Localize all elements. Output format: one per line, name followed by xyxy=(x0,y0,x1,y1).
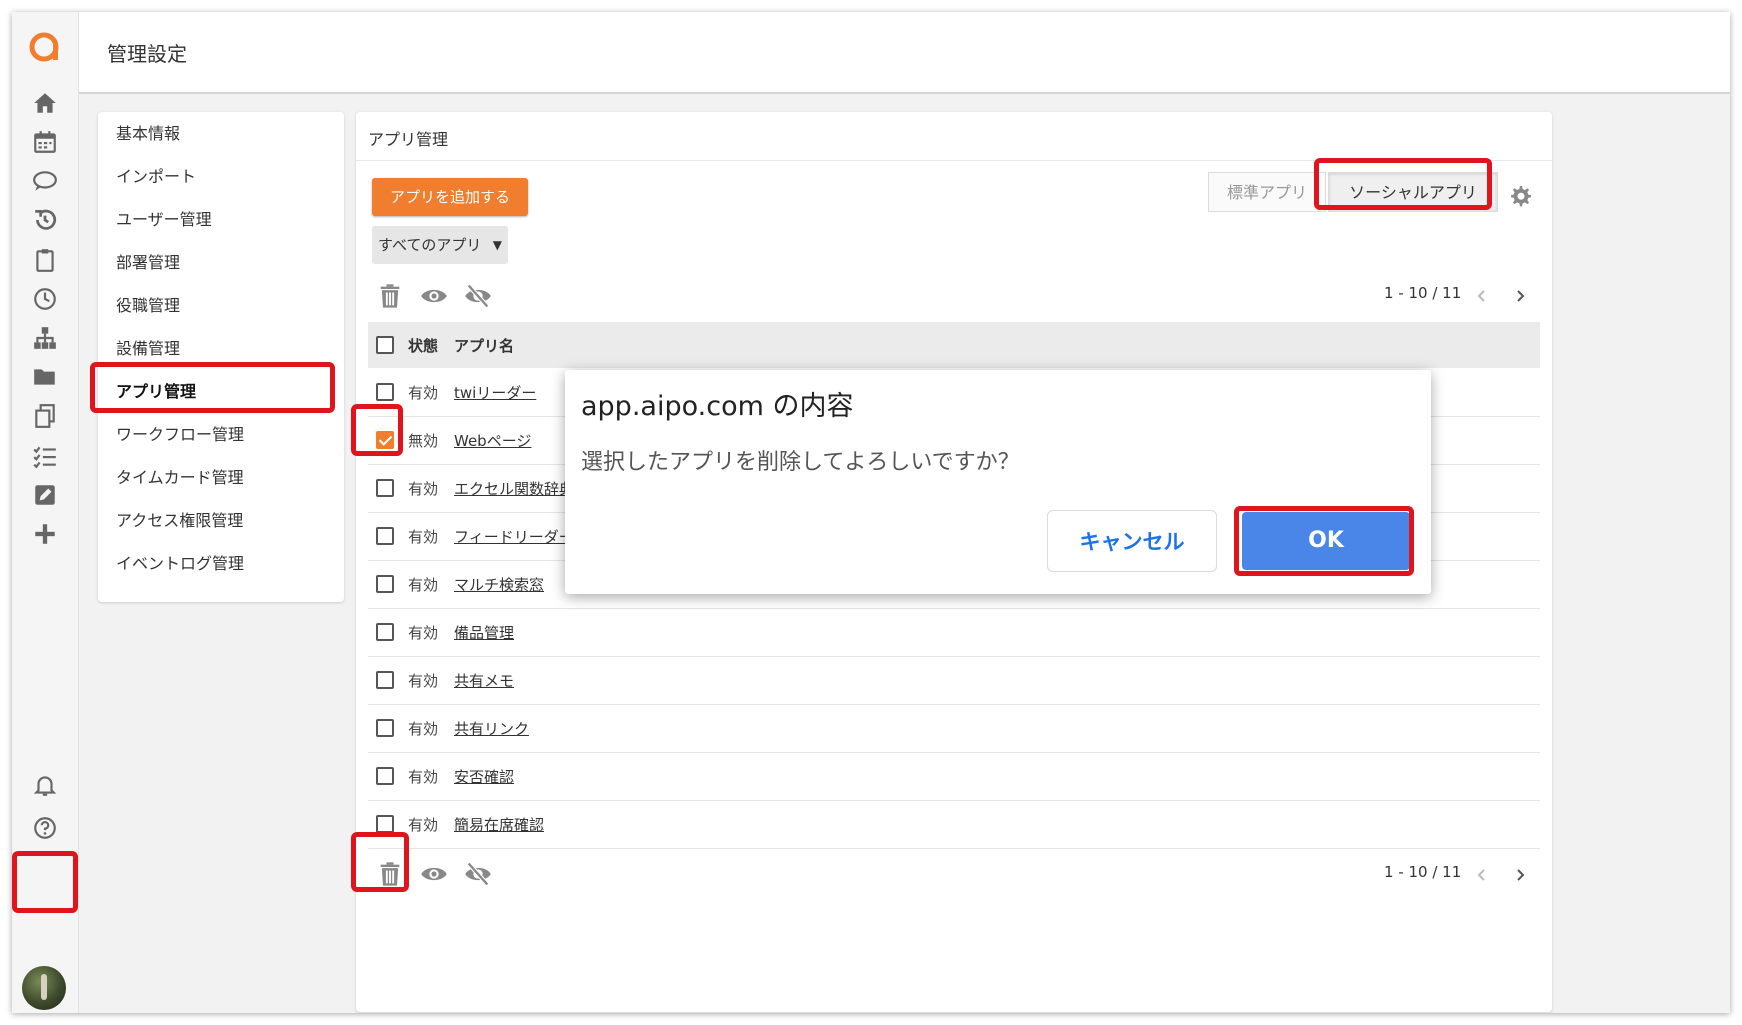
column-app-name: アプリ名 xyxy=(454,337,515,355)
todo-list-icon[interactable] xyxy=(30,441,60,471)
table-row: 有効 安否確認 xyxy=(368,752,1540,801)
menu-item-basic-info[interactable]: 基本情報 xyxy=(116,120,180,144)
row-app-link[interactable]: 共有メモ xyxy=(454,670,514,691)
eye-icon[interactable] xyxy=(420,282,448,310)
row-checkbox[interactable] xyxy=(376,479,394,497)
row-app-link[interactable]: 備品管理 xyxy=(454,622,514,643)
history-icon[interactable] xyxy=(30,205,60,235)
row-status: 有効 xyxy=(408,576,439,594)
row-app-link[interactable]: twiリーダー xyxy=(454,382,536,403)
row-status: 無効 xyxy=(408,432,439,450)
row-app-link[interactable]: 簡易在席確認 xyxy=(454,814,544,835)
row-app-link[interactable]: マルチ検索窓 xyxy=(454,574,544,595)
chat-icon[interactable] xyxy=(30,166,60,196)
dialog-title: app.aipo.com の内容 xyxy=(581,391,854,422)
app-filter-select[interactable]: すべてのアプリ ▼ xyxy=(372,226,508,264)
highlight-app-management xyxy=(90,362,335,413)
chevron-right-icon[interactable] xyxy=(1512,867,1528,883)
table-header: 状態 アプリ名 xyxy=(368,322,1540,368)
row-app-link[interactable]: 共有リンク xyxy=(454,718,529,739)
add-app-button[interactable]: アプリを追加する xyxy=(372,178,528,216)
aipo-logo-icon[interactable] xyxy=(26,28,64,66)
menu-item-event-log[interactable]: イベントログ管理 xyxy=(116,550,244,574)
dialog-message: 選択したアプリを削除してよろしいですか？ xyxy=(581,450,1020,475)
trash-icon[interactable] xyxy=(376,282,404,310)
row-checkbox[interactable] xyxy=(376,527,394,545)
cancel-button[interactable]: キャンセル xyxy=(1047,510,1217,572)
row-app-link[interactable]: 安否確認 xyxy=(454,766,514,787)
pager-top: 1 - 10 / 11 xyxy=(1384,284,1462,302)
gear-icon[interactable] xyxy=(1508,184,1532,208)
eye-icon[interactable] xyxy=(420,860,448,888)
row-status: 有効 xyxy=(408,384,439,402)
page-title: 管理設定 xyxy=(107,42,187,66)
avatar[interactable] xyxy=(22,966,66,1010)
clock-icon[interactable] xyxy=(30,284,60,314)
menu-item-facilities[interactable]: 設備管理 xyxy=(116,335,180,359)
app-filter-value: すべてのアプリ xyxy=(378,236,482,254)
row-checkbox[interactable] xyxy=(376,719,394,737)
chevron-left-icon[interactable] xyxy=(1474,288,1490,304)
row-checkbox[interactable] xyxy=(376,767,394,785)
table-row: 有効 簡易在席確認 xyxy=(368,800,1540,849)
table-row: 有効 備品管理 xyxy=(368,608,1540,657)
highlight-avatar xyxy=(12,851,78,913)
pager-bottom: 1 - 10 / 11 xyxy=(1384,863,1462,881)
menu-item-access-rights[interactable]: アクセス権限管理 xyxy=(116,507,243,531)
highlight-ok-button xyxy=(1234,506,1414,576)
row-status: 有効 xyxy=(408,768,439,786)
chevron-down-icon: ▼ xyxy=(492,238,502,252)
row-status: 有効 xyxy=(408,480,439,498)
row-checkbox[interactable] xyxy=(376,623,394,641)
row-app-link[interactable]: Webページ xyxy=(454,430,531,451)
row-status: 有効 xyxy=(408,624,439,642)
top-header: 管理設定 xyxy=(79,12,1730,94)
menu-item-users[interactable]: ユーザー管理 xyxy=(116,206,212,230)
folder-icon[interactable] xyxy=(30,362,60,392)
row-app-link[interactable]: フィードリーダー xyxy=(454,526,574,547)
icon-rail xyxy=(12,12,79,1013)
menu-item-timecard[interactable]: タイムカード管理 xyxy=(116,464,244,488)
row-status: 有効 xyxy=(408,672,439,690)
menu-item-positions[interactable]: 役職管理 xyxy=(116,292,180,316)
select-all-checkbox[interactable] xyxy=(376,336,394,354)
home-icon[interactable] xyxy=(30,88,60,118)
menu-item-workflow[interactable]: ワークフロー管理 xyxy=(116,421,244,445)
row-status: 有効 xyxy=(408,720,439,738)
row-status: 有効 xyxy=(408,528,439,546)
highlight-social-tab xyxy=(1314,158,1492,210)
org-chart-icon[interactable] xyxy=(30,323,60,353)
tab-standard-apps[interactable]: 標準アプリ xyxy=(1208,172,1326,212)
column-status: 状態 xyxy=(408,337,439,355)
table-row: 有効 共有メモ xyxy=(368,656,1540,705)
row-app-link[interactable]: エクセル関数辞典 xyxy=(454,478,574,499)
row-checkbox[interactable] xyxy=(376,671,394,689)
copy-icon[interactable] xyxy=(30,401,60,431)
chevron-left-icon[interactable] xyxy=(1474,867,1490,883)
eye-slash-icon[interactable] xyxy=(464,282,492,310)
row-checkbox[interactable] xyxy=(376,815,394,833)
clipboard-icon[interactable] xyxy=(30,245,60,275)
table-row: 有効 共有リンク xyxy=(368,704,1540,753)
calendar-icon[interactable] xyxy=(30,127,60,157)
plus-icon[interactable] xyxy=(30,519,60,549)
app-window: 管理設定 基本情報 インポート ユーザー管理 部署管理 役職管理 設備管理 アプ… xyxy=(12,12,1730,1013)
chevron-right-icon[interactable] xyxy=(1512,288,1528,304)
help-icon[interactable] xyxy=(30,813,60,843)
menu-item-import[interactable]: インポート xyxy=(116,163,196,187)
row-status: 有効 xyxy=(408,816,439,834)
highlight-trash xyxy=(351,832,409,892)
row-checkbox[interactable] xyxy=(376,575,394,593)
edit-icon[interactable] xyxy=(30,480,60,510)
panel-title: アプリ管理 xyxy=(368,130,449,149)
eye-slash-icon[interactable] xyxy=(464,860,492,888)
menu-item-departments[interactable]: 部署管理 xyxy=(116,249,180,273)
bell-icon[interactable] xyxy=(30,770,60,800)
highlight-checkbox xyxy=(351,404,403,456)
row-checkbox[interactable] xyxy=(376,383,394,401)
